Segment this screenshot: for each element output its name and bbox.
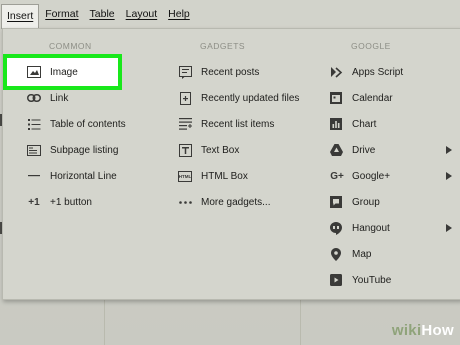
insert-map-label: Map: [352, 248, 372, 260]
insert-html-box-item[interactable]: HTML HTML Box: [178, 164, 248, 188]
insert-google-plus-label: Google+: [352, 170, 391, 182]
insert-dropdown: COMMON GADGETS GOOGLE Image Link Table o…: [2, 28, 460, 300]
drive-submenu-arrow-icon: [446, 146, 452, 154]
insert-hr-label: Horizontal Line: [50, 170, 117, 182]
map-pin-icon: [329, 247, 343, 261]
insert-group-label: Group: [352, 196, 380, 208]
insert-text-box-label: Text Box: [201, 144, 240, 156]
youtube-icon: [329, 273, 343, 287]
background-divider: [104, 300, 105, 345]
insert-toc-item[interactable]: Table of contents: [27, 112, 126, 136]
insert-html-box-label: HTML Box: [201, 170, 248, 182]
insert-more-gadgets-item[interactable]: More gadgets...: [178, 190, 270, 214]
insert-youtube-label: YouTube: [352, 274, 392, 286]
insert-subpage-item[interactable]: Subpage listing: [27, 138, 118, 162]
insert-hr-item[interactable]: Horizontal Line: [27, 164, 117, 188]
insert-chart-item[interactable]: Chart: [329, 112, 376, 136]
menu-table[interactable]: Table: [85, 6, 120, 22]
background-divider: [300, 300, 301, 345]
more-icon: [178, 195, 192, 209]
insert-recent-posts-item[interactable]: Recent posts: [178, 60, 259, 84]
insert-google-plus-item[interactable]: G+ Google+: [329, 164, 390, 188]
insert-recent-list-label: Recent list items: [201, 118, 275, 130]
watermark-wiki: wiki: [391, 322, 422, 339]
svg-text:HTML: HTML: [179, 174, 192, 179]
insert-youtube-item[interactable]: YouTube: [329, 268, 391, 292]
insert-link-label: Link: [50, 92, 69, 104]
insert-calendar-item[interactable]: Calendar: [329, 86, 393, 110]
insert-plusone-item[interactable]: +1 +1 button: [27, 190, 92, 214]
calendar-icon: [329, 91, 343, 105]
insert-text-box-item[interactable]: Text Box: [178, 138, 239, 162]
insert-recent-files-item[interactable]: Recently updated files: [178, 86, 299, 110]
insert-apps-script-item[interactable]: Apps Script: [329, 60, 403, 84]
menu-format[interactable]: Format: [40, 6, 83, 22]
insert-image-item[interactable]: Image: [27, 60, 78, 84]
recent-posts-icon: [178, 65, 192, 79]
insert-more-gadgets-label: More gadgets...: [201, 196, 271, 208]
subpage-icon: [27, 143, 41, 157]
gadgets-heading: GADGETS: [200, 41, 246, 51]
insert-hangout-label: Hangout: [352, 222, 390, 234]
apps-script-icon: [329, 65, 343, 79]
insert-plusone-label: +1 button: [50, 196, 92, 208]
insert-drive-item[interactable]: Drive: [329, 138, 375, 162]
hangout-icon: [329, 221, 343, 235]
insert-recent-list-item[interactable]: Recent list items: [178, 112, 274, 136]
chart-icon: [329, 117, 343, 131]
insert-hangout-item[interactable]: Hangout: [329, 216, 390, 240]
insert-recent-files-label: Recently updated files: [201, 92, 300, 104]
watermark-how: How: [421, 322, 454, 339]
insert-map-item[interactable]: Map: [329, 242, 371, 266]
insert-link-item[interactable]: Link: [27, 86, 68, 110]
insert-recent-posts-label: Recent posts: [201, 66, 260, 78]
hangout-submenu-arrow-icon: [446, 224, 452, 232]
google-plus-submenu-arrow-icon: [446, 172, 452, 180]
image-icon: [27, 65, 41, 79]
menu-insert[interactable]: Insert: [1, 3, 40, 29]
insert-subpage-label: Subpage listing: [50, 144, 119, 156]
google-heading: GOOGLE: [351, 41, 391, 51]
html-box-icon: HTML: [178, 169, 192, 183]
menu-help[interactable]: Help: [163, 6, 195, 22]
insert-calendar-label: Calendar: [352, 92, 393, 104]
list-icon: [27, 117, 41, 131]
insert-drive-label: Drive: [352, 144, 376, 156]
insert-apps-script-label: Apps Script: [352, 66, 404, 78]
recent-list-icon: [178, 117, 192, 131]
recent-files-icon: [178, 91, 192, 105]
common-heading: COMMON: [49, 41, 92, 51]
drive-icon: [329, 143, 343, 157]
wikihow-watermark: wikiHow: [392, 322, 454, 339]
insert-image-label: Image: [50, 66, 78, 78]
horizontal-line-icon: [27, 169, 41, 183]
menu-layout[interactable]: Layout: [121, 6, 163, 22]
insert-chart-label: Chart: [352, 118, 377, 130]
menubar: Insert Format Table Layout Help: [0, 0, 460, 29]
group-icon: [329, 195, 343, 209]
google-plus-icon: G+: [330, 170, 344, 182]
text-box-icon: [178, 143, 192, 157]
plus-one-icon: +1: [28, 196, 40, 208]
insert-toc-label: Table of contents: [50, 118, 126, 130]
insert-group-item[interactable]: Group: [329, 190, 380, 214]
link-icon: [27, 91, 41, 105]
